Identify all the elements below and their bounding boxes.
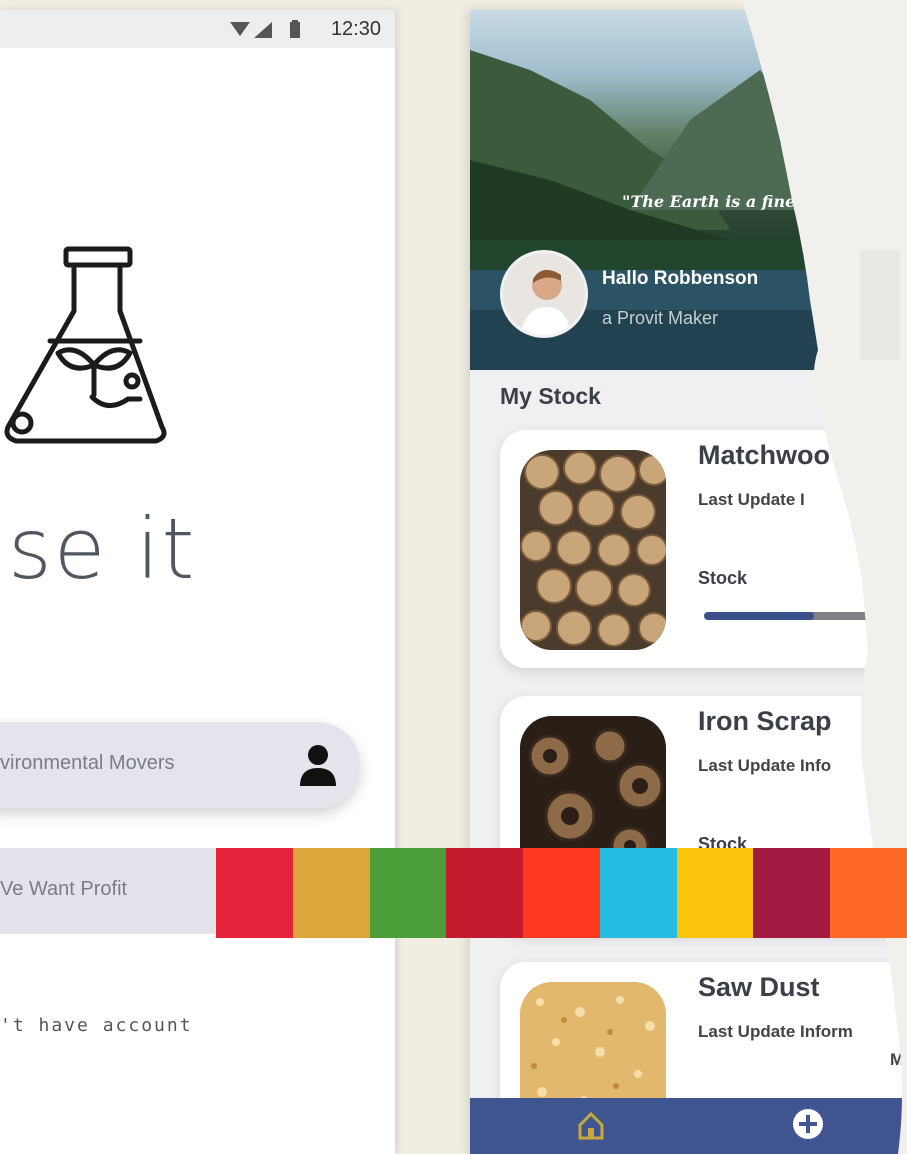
last-update-detail: Mor (890, 1050, 907, 1069)
avatar[interactable] (500, 250, 588, 338)
stock-name: Iron Scrap (698, 706, 832, 736)
status-time: 12:30 (330, 18, 381, 40)
signup-link[interactable]: 't have account (0, 1015, 193, 1036)
section-title: My Stock (500, 383, 601, 409)
stripe-segment (216, 848, 293, 938)
user-icon (300, 745, 336, 786)
last-update-detail: M (870, 784, 885, 803)
last-update: Last Update Inform (698, 1022, 853, 1041)
status-bar: 12:30 (0, 10, 395, 48)
stock-image-logs (520, 450, 666, 650)
stripe-segment (599, 848, 677, 938)
last-update: Last Update I (698, 490, 805, 509)
stripe-segment (292, 848, 370, 938)
hero-banner: "The Earth is a fine Hallo Robbenson a P… (470, 10, 907, 370)
home-icon[interactable] (578, 1112, 604, 1140)
stripe-segment (753, 848, 831, 938)
stock-progress-fill (704, 612, 814, 620)
battery-icon (290, 20, 300, 38)
stripe-segment (676, 848, 754, 938)
last-update: Last Update Info (698, 756, 832, 775)
username-value: vironmental Movers (0, 752, 175, 774)
stock-progress (704, 612, 907, 620)
hero-quote: "The Earth is a fine (622, 192, 796, 211)
stock-name: Matchwoo (698, 440, 830, 470)
username-field[interactable]: vironmental Movers (0, 722, 360, 808)
greeting: Hallo Robbenson (602, 268, 759, 289)
profile-photo (503, 253, 585, 335)
stripe-segment (369, 848, 447, 938)
stock-screen: "The Earth is a fine Hallo Robbenson a P… (470, 10, 907, 1154)
stock-label: Stock (698, 568, 748, 588)
user-subtitle: a Provit Maker (602, 308, 719, 328)
stock-name: Saw Dust (698, 972, 820, 1002)
stripe-segment (446, 848, 524, 938)
stripe-segment (830, 848, 907, 938)
app-name: se it (8, 500, 197, 598)
color-stripe (216, 848, 907, 938)
bottom-nav (470, 1098, 907, 1154)
signal-icon (254, 22, 272, 38)
password-value: Ve Want Profit (0, 878, 128, 900)
stock-card[interactable]: Matchwoo Last Update I Stock (500, 430, 907, 668)
stripe-segment (523, 848, 600, 938)
wifi-icon (230, 22, 250, 36)
add-icon[interactable] (792, 1108, 824, 1140)
login-screen: 12:30 se it vironmental Movers Ve Want P… (0, 10, 395, 1154)
flask-sprout-icon (4, 246, 167, 444)
